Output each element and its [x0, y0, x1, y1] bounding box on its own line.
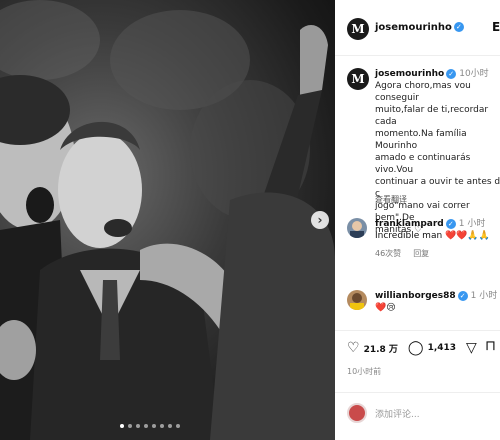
comment-time: 1 小时 [458, 219, 486, 229]
comment-time: 1 小时 [470, 291, 498, 301]
carousel-dot [168, 424, 172, 428]
add-comment-bar: 添加评论... [347, 403, 420, 423]
heart-icon[interactable]: ♡ [347, 340, 360, 356]
comment-item: willianborges88 ✓ 1 小时 ❤️😢 [347, 290, 497, 320]
post-photo[interactable]: › [0, 0, 335, 440]
carousel-dot [120, 424, 124, 428]
likes-count: 21.8 万 [363, 344, 398, 355]
post-header: M josemourinho ✓ E [335, 0, 500, 56]
comments-count: 1,413 [427, 343, 457, 353]
author-username-text[interactable]: josemourinho [375, 22, 452, 33]
share-icon[interactable]: ▽ [466, 340, 477, 356]
like-action[interactable]: ♡ 21.8 万 [347, 340, 398, 356]
commenter-avatar[interactable] [347, 290, 367, 310]
verified-badge-icon: ✓ [445, 218, 456, 229]
verified-badge-icon: ✓ [457, 290, 468, 301]
comment-text: Incredible man ❤️❤️🙏🙏 [375, 231, 490, 241]
comment-likes[interactable]: 46次赞 [375, 249, 401, 258]
comment-item: franklampard ✓ 1 小时 Incredible man ❤️❤️🙏🙏 … [347, 218, 497, 268]
post-caption: josemourinho ✓ 10小时 Agora choro,mas vou co… [375, 68, 500, 236]
carousel-indicator [120, 424, 180, 428]
carousel-dot [128, 424, 132, 428]
comment-text: ❤️😢 [375, 303, 396, 313]
author-avatar[interactable]: M [347, 18, 369, 40]
caption-author-avatar[interactable]: M [347, 68, 369, 90]
share-action[interactable]: ▽ [466, 340, 481, 356]
add-comment-input[interactable]: 添加评论... [375, 407, 420, 420]
commenter-avatar-image [347, 218, 367, 238]
photo-scene [0, 0, 335, 440]
see-translation-link[interactable]: 查看翻译 [375, 194, 407, 205]
commenter-avatar-image [347, 290, 367, 310]
post-timestamp: 10小时前 [347, 367, 382, 376]
caption-username[interactable]: josemourinho [375, 69, 444, 79]
comment-body: franklampard ✓ 1 小时 Incredible man ❤️❤️🙏🙏 … [375, 218, 500, 260]
comment-username[interactable]: franklampard [375, 219, 444, 229]
carousel-dot [176, 424, 180, 428]
commenter-avatar[interactable] [347, 218, 367, 238]
author-username[interactable]: josemourinho ✓ [375, 22, 464, 33]
verified-badge-icon: ✓ [453, 22, 464, 32]
carousel-dot [152, 424, 156, 428]
comment-icon[interactable]: ◯ [408, 340, 424, 356]
comment-action[interactable]: ◯ 1,413 [408, 340, 456, 356]
reply-button[interactable]: 回复 [413, 249, 429, 258]
carousel-dot [136, 424, 140, 428]
carousel-dot [144, 424, 148, 428]
post-side-panel: M josemourinho ✓ E M josemourinho ✓ 10小时 Ag… [335, 0, 500, 440]
next-photo-button[interactable]: › [311, 211, 329, 229]
post-actions: ♡ 21.8 万 ◯ 1,413 ▽ [347, 340, 491, 356]
divider [335, 330, 500, 331]
carousel-dot [160, 424, 164, 428]
more-options-icon[interactable]: E [492, 20, 500, 34]
caption-time: 10小时 [459, 69, 489, 79]
comment-body: willianborges88 ✓ 1 小时 ❤️😢 [375, 290, 500, 314]
comment-username[interactable]: willianborges88 [375, 291, 456, 301]
divider [335, 392, 500, 393]
bookmark-icon[interactable]: ⊓ [485, 338, 496, 354]
comment-meta: 46次赞 回复 [375, 248, 500, 260]
caption-text: Agora choro,mas vou conseguir muito,fala… [375, 81, 500, 235]
current-user-avatar [347, 403, 367, 423]
verified-badge-icon: ✓ [446, 68, 457, 79]
